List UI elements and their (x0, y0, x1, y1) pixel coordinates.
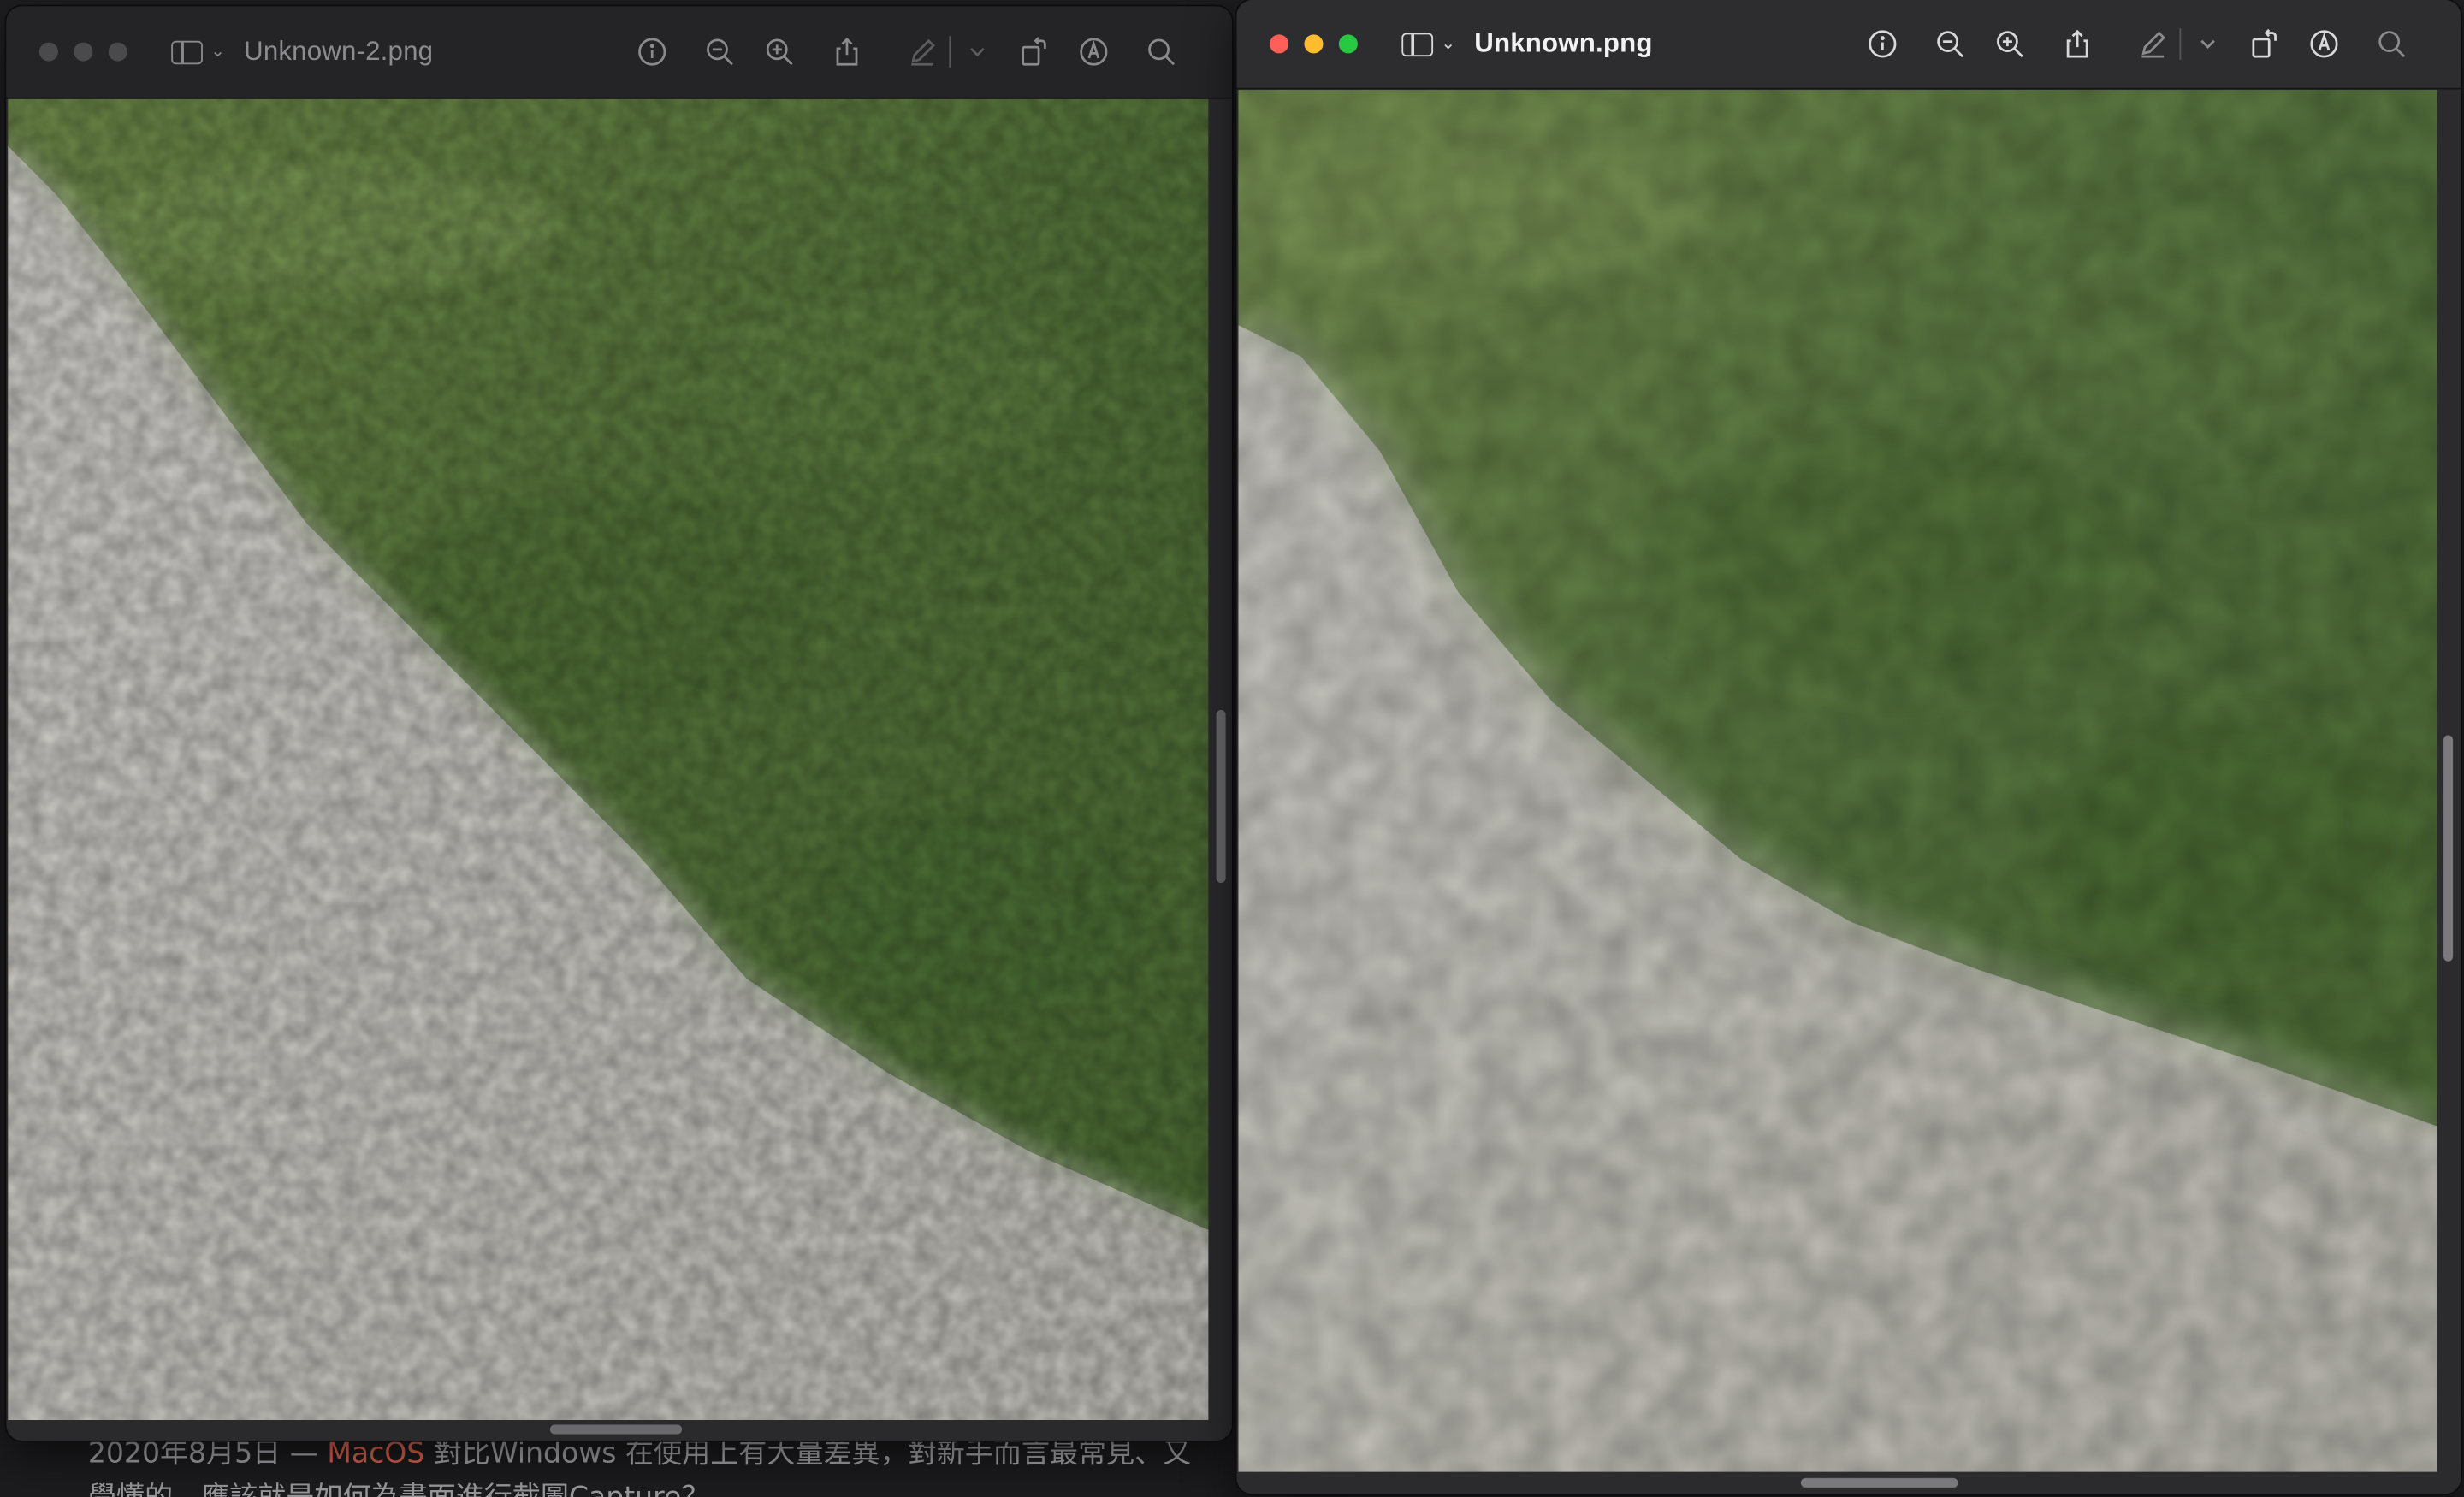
chevron-down-icon[interactable] (2190, 27, 2224, 61)
toolbar (635, 6, 1178, 98)
zoom-in-icon[interactable] (762, 34, 797, 68)
traffic-lights (1270, 34, 1358, 54)
rotate-icon[interactable] (1016, 34, 1051, 68)
chevron-down-icon: ⌄ (210, 41, 226, 61)
background-link[interactable]: MacOS (327, 1437, 424, 1470)
image-canvas[interactable] (8, 98, 1209, 1421)
zoom-out-icon[interactable] (1933, 27, 1967, 61)
background-snippet-text: 對比Windows 在使用上有大量差異，對新手而言最常見、又 (424, 1437, 1192, 1470)
background-date-text: 2020年8月5日 — (87, 1437, 328, 1470)
minimize-button[interactable] (74, 42, 93, 62)
zoom-button[interactable] (108, 42, 127, 62)
annotate-icon[interactable] (1076, 34, 1111, 68)
toolbar-divider (2179, 28, 2182, 60)
image-canvas[interactable] (1238, 89, 2437, 1472)
close-button[interactable] (38, 42, 58, 62)
markup-pen-icon[interactable] (2135, 27, 2170, 61)
preview-window-unknown[interactable]: ⌄ Unknown.png (1236, 0, 2461, 1494)
sidebar-toggle-button[interactable]: ⌄ (1401, 32, 1456, 56)
close-button[interactable] (1270, 34, 1289, 54)
background-text-line: 2020年8月5日 — MacOS 對比Windows 在使用上有大量差異，對新… (88, 1435, 1191, 1473)
traffic-lights (38, 42, 127, 62)
grass-path-image (8, 98, 1209, 1421)
horizontal-scrollbar[interactable] (1800, 1477, 1958, 1488)
info-icon[interactable] (635, 34, 669, 68)
sidebar-icon (1401, 32, 1434, 56)
zoom-out-icon[interactable] (702, 34, 737, 68)
horizontal-scrollbar[interactable] (549, 1424, 683, 1435)
window-title: Unknown.png (1474, 28, 1653, 58)
markup-pen-icon[interactable] (905, 34, 939, 68)
rotate-icon[interactable] (2247, 27, 2281, 61)
vertical-scrollbar[interactable] (1216, 710, 1226, 884)
toolbar (1865, 0, 2408, 88)
grass-path-image (1238, 89, 2437, 1472)
preview-window-unknown-2[interactable]: ⌄ Unknown-2.png (6, 6, 1232, 1441)
window-title: Unknown-2.png (244, 36, 434, 67)
chevron-down-icon[interactable] (960, 34, 994, 68)
zoom-in-icon[interactable] (1993, 27, 2027, 61)
search-icon[interactable] (1144, 34, 1178, 68)
search-icon[interactable] (2374, 27, 2408, 61)
window-titlebar[interactable]: ⌄ Unknown-2.png (6, 6, 1232, 99)
toolbar-divider (949, 36, 951, 68)
info-icon[interactable] (1865, 27, 1899, 61)
minimize-button[interactable] (1304, 34, 1324, 54)
vertical-scrollbar[interactable] (2443, 735, 2454, 962)
share-icon[interactable] (830, 34, 864, 68)
window-titlebar[interactable]: ⌄ Unknown.png (1236, 0, 2461, 90)
zoom-button[interactable] (1338, 34, 1358, 54)
sidebar-icon (171, 39, 203, 64)
desktop: 2020年8月5日 — MacOS 對比Windows 在使用上有大量差異，對新… (0, 0, 2464, 1497)
sidebar-toggle-button[interactable]: ⌄ (171, 39, 226, 64)
annotate-icon[interactable] (2307, 27, 2341, 61)
share-icon[interactable] (2060, 27, 2094, 61)
background-text-line: 學懂的，應該就是如何為畫面進行截圖Capture？ (88, 1480, 710, 1497)
chevron-down-icon: ⌄ (1441, 33, 1456, 53)
